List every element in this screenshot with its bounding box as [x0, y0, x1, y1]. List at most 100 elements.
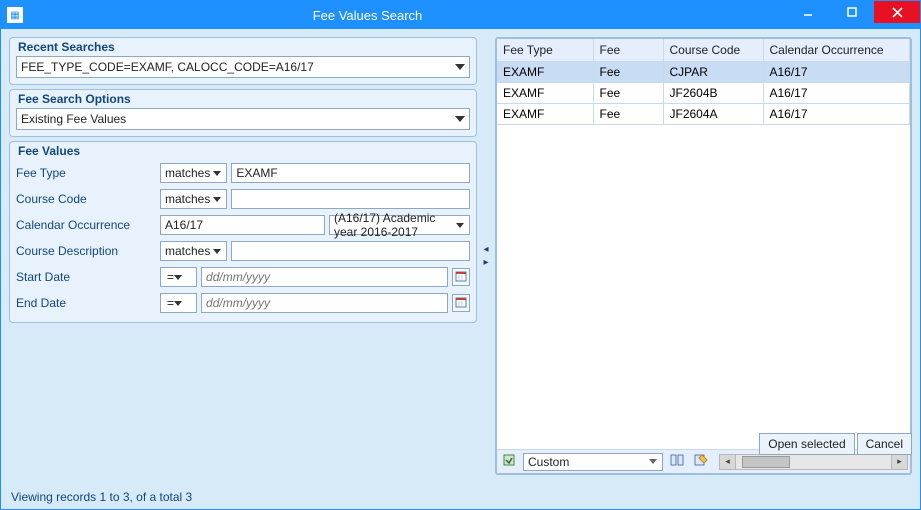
start-date-input[interactable] [201, 267, 448, 287]
end-date-row: End Date = [16, 290, 470, 316]
calendar-icon [455, 270, 467, 285]
calendar-occurrence-code-input[interactable] [160, 215, 325, 235]
cancel-button[interactable]: Cancel [857, 433, 912, 455]
view-mode-value: Custom [528, 455, 569, 469]
table-cell: Fee [593, 103, 663, 124]
columns-button[interactable] [667, 452, 687, 472]
table-row[interactable]: EXAMFFeeJF2604BA16/17 [497, 82, 910, 103]
table-cell: A16/17 [763, 61, 910, 82]
recent-searches-heading: Recent Searches [18, 40, 115, 54]
start-date-operator[interactable]: = [160, 267, 197, 287]
calendar-occurrence-desc-value: (A16/17) Academic year 2016-2017 [334, 211, 453, 239]
results-table: Fee Type Fee Course Code Calendar Occurr… [497, 39, 910, 125]
table-cell: A16/17 [763, 82, 910, 103]
chevron-down-icon [210, 191, 224, 207]
fee-search-options-value: Existing Fee Values [21, 112, 126, 126]
view-mode-select[interactable]: Custom [523, 453, 663, 471]
maximize-button[interactable] [830, 1, 874, 23]
course-code-input[interactable] [231, 189, 470, 209]
status-text: Viewing records 1 to 3, of a total 3 [11, 490, 192, 504]
system-menu-icon[interactable]: ▦ [7, 7, 23, 23]
chevron-down-icon [174, 275, 182, 280]
chevron-left-icon: ◂ [483, 244, 488, 255]
chevron-down-icon [174, 301, 182, 306]
table-cell: A16/17 [763, 103, 910, 124]
fee-search-options-heading: Fee Search Options [18, 92, 131, 106]
course-description-operator[interactable]: matches [160, 241, 227, 261]
window-controls [786, 1, 920, 29]
horizontal-scrollbar[interactable]: ◂ ▸ [719, 454, 908, 470]
fee-type-operator[interactable]: matches [160, 163, 227, 183]
chevron-down-icon [453, 111, 467, 127]
table-cell: CJPAR [663, 61, 763, 82]
chevron-down-icon [453, 217, 467, 233]
fee-search-options-select[interactable]: Existing Fee Values [16, 108, 470, 130]
table-cell: JF2604B [663, 82, 763, 103]
col-cal-occ[interactable]: Calendar Occurrence [763, 39, 910, 61]
col-course-code[interactable]: Course Code [663, 39, 763, 61]
start-date-label: Start Date [16, 270, 156, 284]
results-table-wrap: Fee Type Fee Course Code Calendar Occurr… [495, 37, 912, 475]
col-fee-type[interactable]: Fee Type [497, 39, 593, 61]
chevron-down-icon [210, 165, 224, 181]
table-cell: JF2604A [663, 103, 763, 124]
results-header-row: Fee Type Fee Course Code Calendar Occurr… [497, 39, 910, 61]
calendar-occurrence-row: Calendar Occurrence (A16/17) Academic ye… [16, 212, 470, 238]
table-row[interactable]: EXAMFFeeCJPARA16/17 [497, 61, 910, 82]
columns-icon [670, 453, 684, 470]
course-code-operator[interactable]: matches [160, 189, 227, 209]
table-cell: EXAMF [497, 82, 593, 103]
recent-searches-group: Recent Searches FEE_TYPE_CODE=EXAMF, CAL… [9, 37, 477, 85]
end-date-label: End Date [16, 296, 156, 310]
recent-searches-value: FEE_TYPE_CODE=EXAMF, CALOCC_CODE=A16/17 [21, 60, 314, 74]
main-content: Recent Searches FEE_TYPE_CODE=EXAMF, CAL… [1, 29, 920, 483]
titlebar: ▦ Fee Values Search [1, 1, 920, 29]
fee-type-label: Fee Type [16, 166, 156, 180]
splitter[interactable]: ◂ ▸ [481, 37, 491, 475]
fee-values-heading: Fee Values [18, 144, 80, 158]
fee-values-group: Fee Values Fee Type matches Course Code … [9, 141, 477, 323]
course-description-input[interactable] [231, 241, 470, 261]
edit-icon [694, 453, 708, 470]
chevron-down-icon [646, 454, 660, 470]
table-cell: EXAMF [497, 61, 593, 82]
calendar-icon [455, 296, 467, 311]
calendar-occurrence-desc-select[interactable]: (A16/17) Academic year 2016-2017 [329, 215, 470, 235]
close-button[interactable] [874, 1, 920, 23]
table-cell: Fee [593, 61, 663, 82]
scroll-right-icon[interactable]: ▸ [891, 455, 907, 469]
chevron-right-icon: ▸ [483, 257, 488, 268]
results-table-empty-area [497, 125, 910, 450]
scroll-thumb[interactable] [742, 456, 790, 468]
open-selected-button[interactable]: Open selected [759, 433, 854, 455]
table-row[interactable]: EXAMFFeeJF2604AA16/17 [497, 103, 910, 124]
start-date-row: Start Date = [16, 264, 470, 290]
export-icon [502, 453, 516, 470]
calendar-occurrence-label: Calendar Occurrence [16, 218, 156, 232]
course-code-row: Course Code matches [16, 186, 470, 212]
window-title: Fee Values Search [29, 8, 786, 23]
course-code-label: Course Code [16, 192, 156, 206]
export-button[interactable] [499, 452, 519, 472]
chevron-down-icon [210, 243, 224, 259]
end-date-input[interactable] [201, 293, 448, 313]
table-cell: EXAMF [497, 103, 593, 124]
fee-type-input[interactable] [231, 163, 470, 183]
search-panel: Recent Searches FEE_TYPE_CODE=EXAMF, CAL… [9, 37, 477, 475]
course-description-label: Course Description [16, 244, 156, 258]
recent-searches-select[interactable]: FEE_TYPE_CODE=EXAMF, CALOCC_CODE=A16/17 [16, 56, 470, 78]
fee-type-row: Fee Type matches [16, 160, 470, 186]
edit-columns-button[interactable] [691, 452, 711, 472]
chevron-down-icon [453, 59, 467, 75]
scroll-left-icon[interactable]: ◂ [720, 455, 736, 469]
results-panel: Fee Type Fee Course Code Calendar Occurr… [495, 37, 912, 475]
dialog-buttons: Open selected Cancel [759, 433, 912, 455]
status-bar: Viewing records 1 to 3, of a total 3 [1, 485, 920, 509]
fee-search-options-group: Fee Search Options Existing Fee Values [9, 89, 477, 137]
start-date-calendar-button[interactable] [452, 268, 470, 286]
col-fee[interactable]: Fee [593, 39, 663, 61]
course-description-row: Course Description matches [16, 238, 470, 264]
end-date-calendar-button[interactable] [452, 294, 470, 312]
minimize-button[interactable] [786, 1, 830, 23]
end-date-operator[interactable]: = [160, 293, 197, 313]
